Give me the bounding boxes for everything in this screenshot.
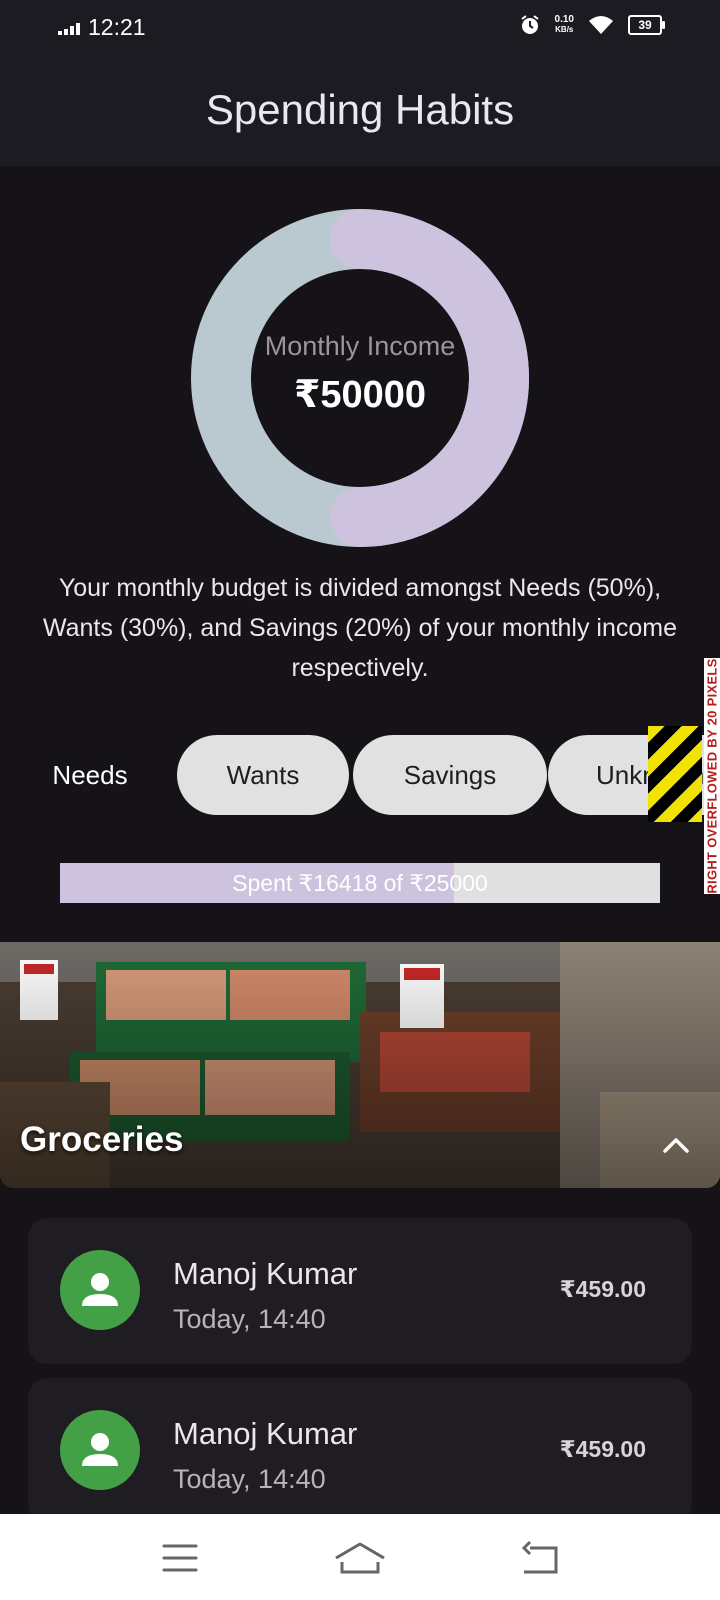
- chip-needs[interactable]: Needs: [10, 735, 170, 815]
- category-chips: Needs Wants Savings Unknown: [0, 735, 720, 817]
- status-bar: 12:21 0.10 KB/s 39: [0, 0, 720, 56]
- chip-wants-label: Wants: [226, 759, 300, 790]
- avatar: [60, 1250, 140, 1330]
- transaction-time: Today, 14:40: [173, 1304, 326, 1334]
- donut-center: Monthly Income ₹50000: [190, 208, 530, 548]
- battery-level: 39: [638, 18, 652, 32]
- app-bar: Spending Habits: [0, 56, 720, 166]
- battery-icon: 39: [628, 15, 665, 35]
- transaction-card[interactable]: Manoj Kumar Today, 14:40 ₹459.00: [28, 1218, 692, 1364]
- transaction-amount: ₹459.00: [559, 1436, 646, 1462]
- transaction-time: Today, 14:40: [173, 1464, 326, 1494]
- status-right: 0.10 KB/s 39: [519, 14, 665, 36]
- overflow-warning: RIGHT OVERFLOWED BY 20 PIXELS: [704, 658, 720, 894]
- back-icon[interactable]: [510, 1536, 570, 1580]
- home-icon[interactable]: [330, 1536, 390, 1580]
- transaction-amount: ₹459.00: [559, 1276, 646, 1302]
- category-banner[interactable]: Groceries: [0, 942, 720, 1188]
- person-icon: [82, 1433, 118, 1466]
- clock: 12:21: [88, 14, 146, 40]
- status-left: 12:21: [58, 14, 146, 41]
- chip-needs-label: Needs: [52, 759, 128, 790]
- transaction-card[interactable]: Manoj Kumar Today, 14:40 ₹459.00: [28, 1378, 692, 1524]
- chip-savings-label: Savings: [403, 759, 497, 790]
- spend-progress-text: Spent ₹16418 of ₹25000: [232, 870, 488, 896]
- income-label: Monthly Income: [264, 331, 456, 361]
- network-speed: 0.10 KB/s: [555, 15, 574, 35]
- network-speed-value: 0.10: [554, 14, 574, 25]
- overflow-warning-text: RIGHT OVERFLOWED BY 20 PIXELS: [704, 658, 720, 894]
- person-icon: [82, 1273, 118, 1306]
- network-speed-unit: KB/s: [555, 25, 574, 34]
- transaction-name: Manoj Kumar: [173, 1416, 358, 1451]
- income-value: ₹50000: [293, 374, 427, 416]
- spend-progress-bar: Spent ₹16418 of ₹25000: [60, 863, 660, 903]
- chip-wants[interactable]: Wants: [177, 735, 349, 815]
- budget-description: Your monthly budget is divided amongst N…: [42, 574, 678, 682]
- income-donut-chart: Monthly Income ₹50000: [190, 208, 530, 548]
- menu-icon[interactable]: [150, 1536, 210, 1580]
- avatar: [60, 1410, 140, 1490]
- signal-icon: [58, 21, 80, 35]
- chip-savings[interactable]: Savings: [353, 735, 547, 815]
- page-title: Spending Habits: [205, 86, 515, 133]
- banner-title: Groceries: [20, 1120, 184, 1159]
- overflow-warning-stripe: [648, 726, 702, 822]
- transaction-name: Manoj Kumar: [173, 1256, 358, 1291]
- alarm-icon: [520, 15, 539, 34]
- system-nav-bar: [0, 1514, 720, 1600]
- chevron-up-icon[interactable]: [663, 1134, 689, 1156]
- wifi-icon: [589, 16, 613, 34]
